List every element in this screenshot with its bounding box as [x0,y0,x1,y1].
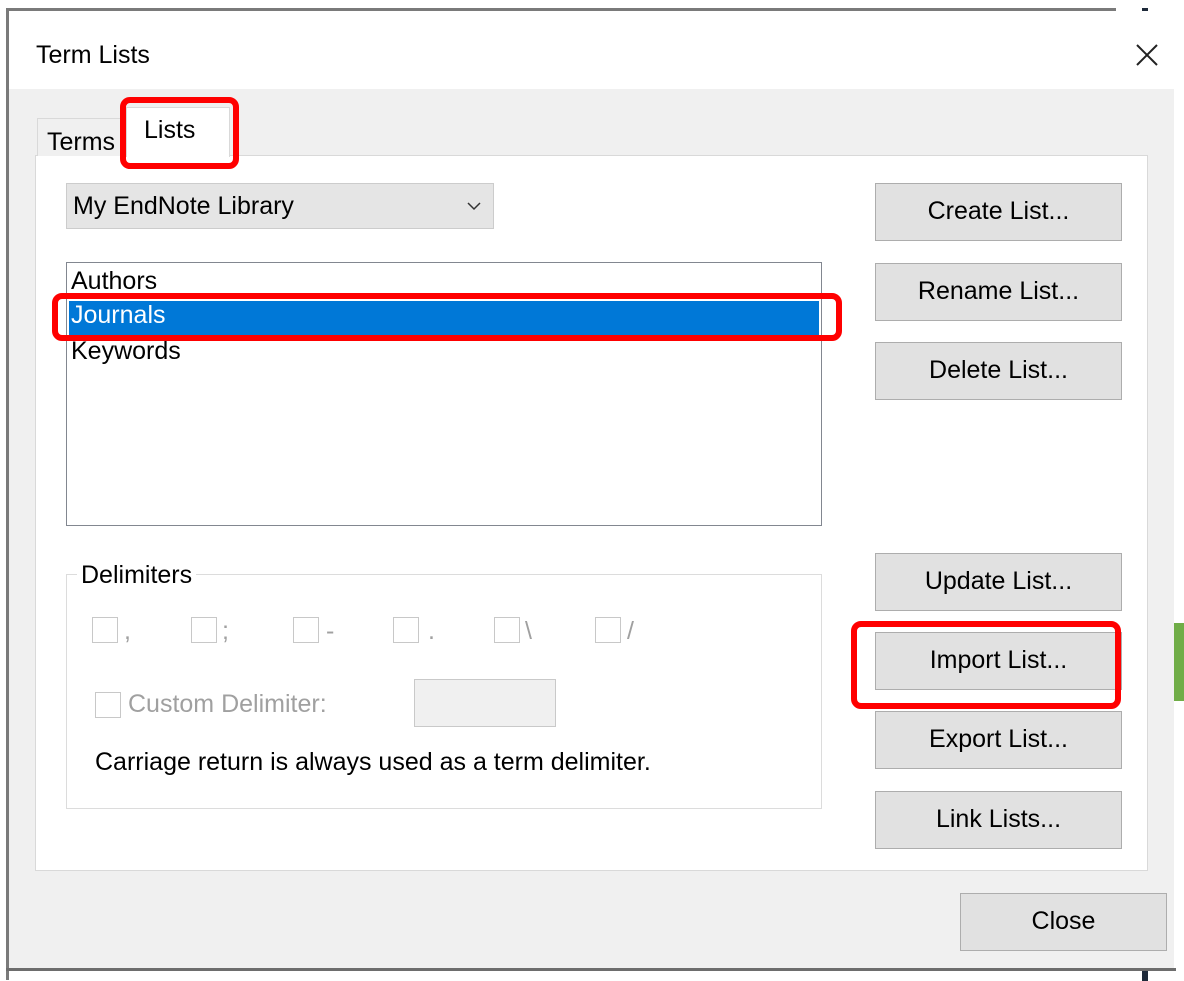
delimiter-backslash-label: \ [525,617,532,645]
delimiter-semicolon-checkbox[interactable] [191,617,217,643]
create-list-button[interactable]: Create List... [875,183,1122,241]
list-item-authors[interactable]: Authors [69,267,819,303]
link-lists-button[interactable]: Link Lists... [875,791,1122,849]
list-item-journals[interactable]: Journals [69,301,819,337]
custom-delimiter-checkbox[interactable] [95,692,121,718]
delimiter-hyphen-label: - [326,617,335,645]
delimiter-slash-label: / [627,617,634,645]
library-select[interactable]: My EndNote Library [66,183,494,229]
window-border-top [6,8,1116,11]
term-list-box[interactable]: Authors Journals Keywords [66,262,822,526]
delimiter-backslash-checkbox[interactable] [494,617,520,643]
update-list-button[interactable]: Update List... [875,553,1122,611]
dialog-title: Term Lists [36,41,150,69]
export-list-button[interactable]: Export List... [875,711,1122,769]
delimiter-hyphen-checkbox[interactable] [293,617,319,643]
list-item-keywords[interactable]: Keywords [69,337,819,373]
delimiter-comma-label: , [124,617,131,645]
tab-lists[interactable]: Lists [126,107,230,157]
rename-list-button[interactable]: Rename List... [875,263,1122,321]
window-border-bottom [6,968,1176,971]
delimiter-period-checkbox[interactable] [393,617,419,643]
close-button[interactable]: Close [960,893,1167,951]
import-list-button[interactable]: Import List... [875,632,1122,690]
custom-delimiter-input[interactable] [414,679,556,727]
title-bar: Term Lists [9,11,1174,89]
delimiter-note: Carriage return is always used as a term… [95,748,651,776]
delimiter-period-label: . [428,617,435,645]
delete-list-button[interactable]: Delete List... [875,342,1122,400]
delimiter-comma-checkbox[interactable] [92,617,118,643]
close-icon[interactable] [1131,39,1163,71]
term-lists-dialog: Term Lists Terms Lists My EndNote Librar… [9,11,1174,968]
tab-lists-label: Lists [144,116,196,144]
library-select-value: My EndNote Library [73,192,294,220]
window-border-left [6,8,9,980]
tab-terms[interactable]: Terms [37,118,125,156]
delimiter-slash-checkbox[interactable] [595,617,621,643]
delimiters-group-label: Delimiters [77,561,197,590]
chevron-down-icon [467,202,481,211]
custom-delimiter-label: Custom Delimiter: [128,690,327,718]
delimiter-semicolon-label: ; [222,617,229,645]
tab-terms-label: Terms [47,128,116,156]
